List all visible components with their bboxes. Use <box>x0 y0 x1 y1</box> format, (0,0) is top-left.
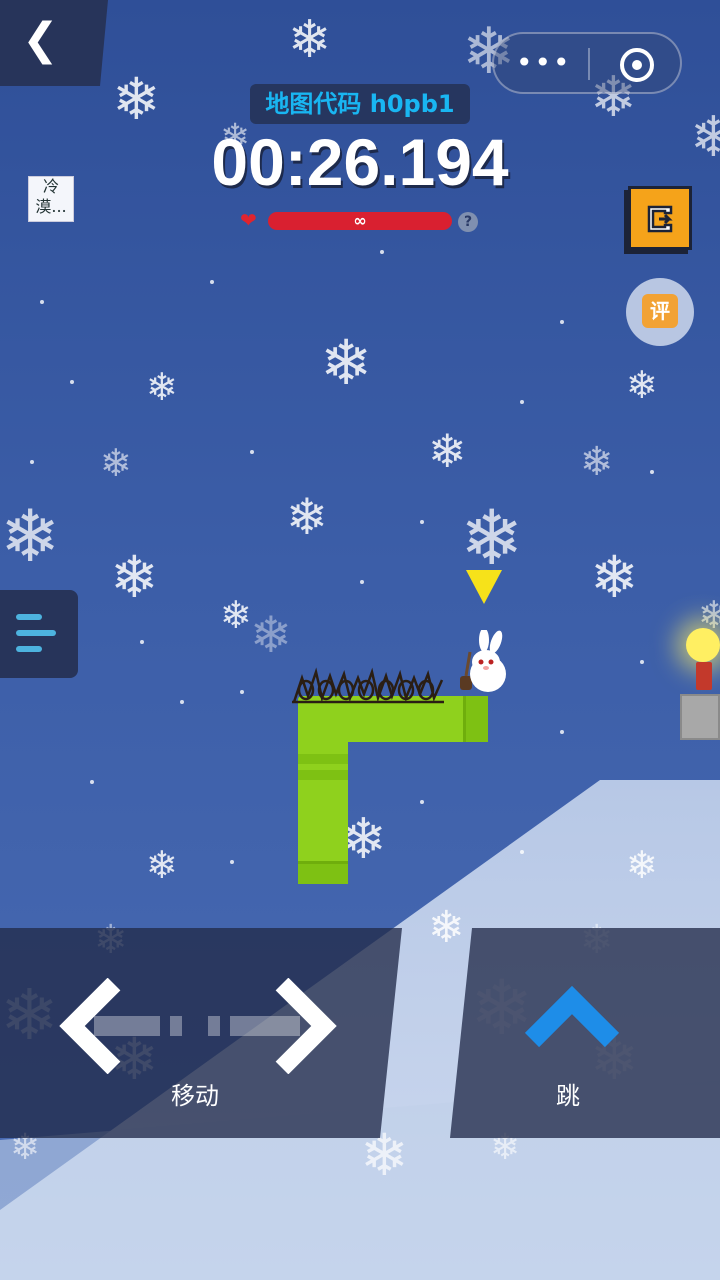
map-code-label: 地图代码 h0pb1 <box>250 84 470 124</box>
snowflake-icon: ❄ <box>110 543 159 611</box>
exit-button[interactable] <box>628 186 692 250</box>
menu-line <box>16 646 42 652</box>
exit-door-icon <box>647 205 673 233</box>
more-dots-icon[interactable]: ••• <box>516 46 572 79</box>
menu-line <box>16 614 42 620</box>
thorn-spikes <box>292 667 444 704</box>
timer: 00:26.194 <box>211 125 509 199</box>
chevron-left-icon: ❮ <box>22 14 59 65</box>
goal-lightbulb-base <box>696 662 712 690</box>
target-circle-icon[interactable] <box>620 48 654 82</box>
capsule-divider <box>588 48 590 80</box>
snowflake-icon: ❄ <box>428 902 465 953</box>
rate-button[interactable]: 评 <box>626 278 694 346</box>
move-label: 移动 <box>171 1082 219 1110</box>
back-button[interactable]: ❮ <box>0 0 108 86</box>
left-right-arrows-icon <box>59 978 337 1074</box>
rabbit-player <box>460 630 506 692</box>
snowflake-icon: ❄ <box>690 105 720 170</box>
menu-button[interactable] <box>0 590 78 678</box>
snowflake-icon: ❄ <box>146 365 178 409</box>
snowflake-icon: ❄ <box>146 843 178 887</box>
avatar[interactable]: 冷漠... <box>28 176 74 222</box>
menu-line <box>16 630 56 636</box>
rate-badge: 评 <box>642 294 678 328</box>
snowflake-icon: ❄ <box>100 441 132 485</box>
snowflake-icon: ❄ <box>460 493 524 582</box>
snowflake-icon: ❄ <box>580 439 614 485</box>
up-arrow-icon <box>524 986 620 1048</box>
snowflake-icon: ❄ <box>320 326 372 399</box>
snowflake-icon: ❄ <box>112 65 161 133</box>
stone-block <box>680 694 720 740</box>
snowflake-icon: ❄ <box>0 494 61 578</box>
snowflake-icon: ❄ <box>286 488 328 546</box>
jump-label: 跳 <box>556 1082 580 1110</box>
snowflake-icon: ❄ <box>428 424 467 478</box>
snowflake-icon: ❄ <box>626 843 658 887</box>
health-bar: ∞ <box>268 212 452 230</box>
player-marker-arrow-icon <box>466 570 502 604</box>
question-icon[interactable]: ? <box>458 212 478 232</box>
snowflake-icon: ❄ <box>250 606 292 664</box>
snowflake-icon: ❄ <box>288 10 332 70</box>
snowflake-icon: ❄ <box>590 543 639 611</box>
snowflake-icon: ❄ <box>626 363 658 407</box>
snowflake-icon: ❄ <box>220 593 252 637</box>
heart-icon: ❤ <box>240 208 257 232</box>
miniprogram-capsule: ••• <box>492 32 682 94</box>
goal-lightbulb-icon <box>686 628 720 662</box>
